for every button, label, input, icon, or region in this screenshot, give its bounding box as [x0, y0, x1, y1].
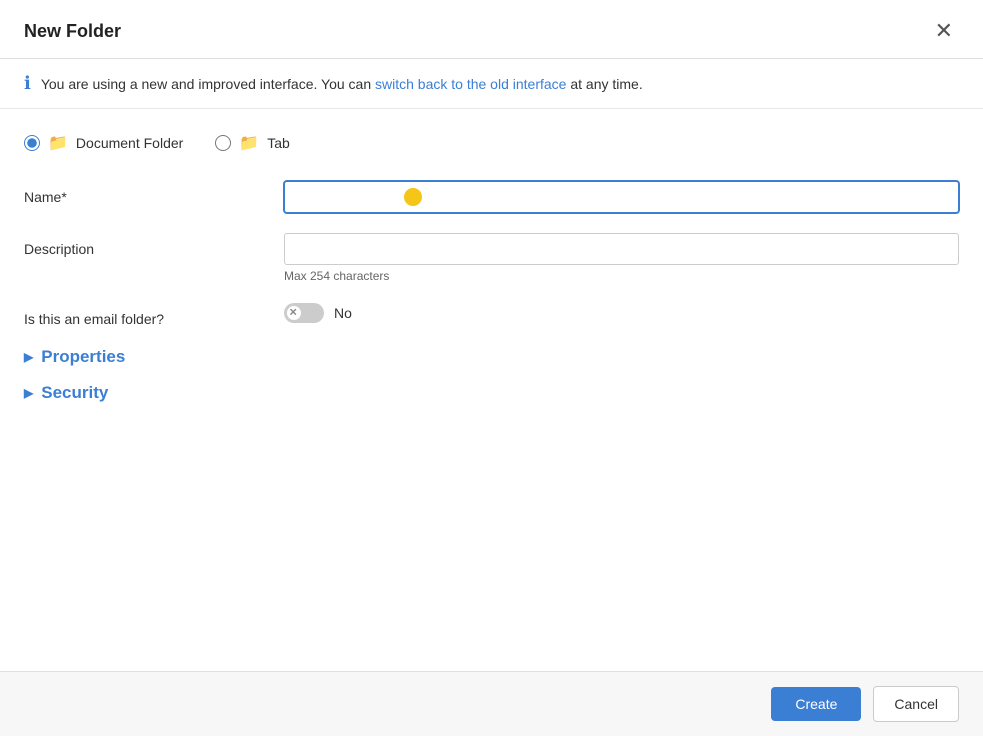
name-row: Name*	[24, 181, 959, 213]
dialog-body: 📁 Document Folder 📁 Tab Name* Descriptio…	[0, 109, 983, 671]
document-folder-label: Document Folder	[76, 135, 183, 151]
properties-chevron-icon: ▶	[24, 350, 33, 364]
toggle-slider: ✕	[284, 303, 324, 323]
switch-interface-link[interactable]: switch back to the old interface	[375, 76, 566, 92]
email-folder-toggle-wrapper: ✕ No	[284, 303, 959, 323]
document-folder-radio[interactable]	[24, 135, 40, 151]
email-folder-row: Is this an email folder? ✕ No	[24, 303, 959, 327]
properties-section-header[interactable]: ▶ Properties	[24, 347, 959, 367]
description-row: Description Max 254 characters	[24, 233, 959, 283]
max-chars-hint: Max 254 characters	[284, 269, 959, 283]
folder-type-row: 📁 Document Folder 📁 Tab	[24, 133, 959, 153]
name-label: Name*	[24, 181, 284, 205]
security-chevron-icon: ▶	[24, 386, 33, 400]
info-banner: ℹ You are using a new and improved inter…	[0, 59, 983, 109]
new-folder-dialog: New Folder ✕ ℹ You are using a new and i…	[0, 0, 983, 736]
security-label: Security	[41, 383, 108, 403]
name-field-wrapper	[284, 181, 959, 213]
tab-folder-icon: 📁	[239, 133, 259, 153]
description-input[interactable]	[284, 233, 959, 265]
email-folder-toggle[interactable]: ✕	[284, 303, 324, 323]
dialog-title: New Folder	[24, 21, 121, 42]
dialog-header: New Folder ✕	[0, 0, 983, 59]
tab-option[interactable]: 📁 Tab	[215, 133, 290, 153]
name-input[interactable]	[284, 181, 959, 213]
tab-label: Tab	[267, 135, 290, 151]
toggle-x-icon: ✕	[289, 308, 297, 319]
description-field-wrapper: Max 254 characters	[284, 233, 959, 283]
tab-radio[interactable]	[215, 135, 231, 151]
dialog-footer: Create Cancel	[0, 671, 983, 736]
document-folder-icon: 📁	[48, 133, 68, 153]
security-section-header[interactable]: ▶ Security	[24, 383, 959, 403]
info-text: You are using a new and improved interfa…	[41, 76, 643, 92]
email-folder-label: Is this an email folder?	[24, 303, 284, 327]
info-icon: ℹ	[24, 73, 31, 94]
properties-label: Properties	[41, 347, 125, 367]
create-button[interactable]: Create	[771, 687, 861, 721]
toggle-no-label: No	[334, 305, 352, 321]
document-folder-option[interactable]: 📁 Document Folder	[24, 133, 183, 153]
close-button[interactable]: ✕	[929, 18, 959, 44]
description-label: Description	[24, 233, 284, 257]
cancel-button[interactable]: Cancel	[873, 686, 959, 722]
